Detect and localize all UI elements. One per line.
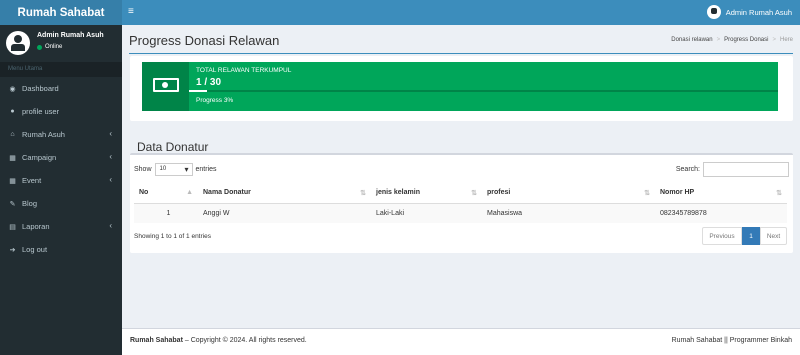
cell-nomor-hp: 082345789878 [655, 203, 787, 223]
breadcrumb-separator: > [772, 37, 776, 43]
dashboard-icon: ◉ [9, 85, 16, 93]
sidebar-item-label: Campaign [22, 153, 57, 162]
sidebar-item-rumah-asuh[interactable]: ⌂ Rumah Asuh ‹ [0, 123, 122, 146]
footer: Rumah Sahabat – Copyright © 2024. All ri… [122, 328, 800, 355]
sidebar-item-log-out[interactable]: ➔ Log out [0, 238, 122, 261]
show-label: Show [134, 166, 152, 173]
sidebar-item-label: Log out [22, 245, 48, 254]
column-header-profesi[interactable]: profesi ⇅ [482, 183, 655, 204]
info-box-label: TOTAL RELAWAN TERKUMPUL [196, 67, 292, 74]
column-header-nomor-hp[interactable]: Nomor HP ⇅ [655, 183, 787, 204]
breadcrumb-active: Here [779, 37, 793, 43]
sidebar-item-event[interactable]: ▦ Event ‹ [0, 169, 122, 192]
info-box: TOTAL RELAWAN TERKUMPUL 1 / 30 Progress … [142, 62, 778, 111]
cell-nama-donatur: Anggi W [198, 203, 371, 223]
progress-box: TOTAL RELAWAN TERKUMPUL 1 / 30 Progress … [130, 56, 793, 121]
breadcrumb: Donasi relawan > Progress Donasi > Here [671, 37, 793, 43]
status-indicator: Online [37, 44, 62, 50]
footer-copyright-text: – Copyright © 2024. All rights reserved. [184, 337, 307, 344]
chevron-left-icon: ‹ [109, 175, 112, 184]
sort-icon: ⇅ [471, 190, 477, 197]
breadcrumb-separator: > [716, 37, 721, 43]
column-header-jenis-kelamin[interactable]: jenis kelamin ⇅ [371, 183, 482, 204]
table-row: 1 Anggi W Laki-Laki Mahasiswa 0823457898… [134, 203, 787, 223]
breadcrumb-item[interactable]: Donasi relawan [671, 37, 712, 43]
edit-icon: ✎ [9, 200, 16, 208]
cell-jenis-kelamin: Laki-Laki [371, 203, 482, 223]
chevron-left-icon: ‹ [109, 221, 112, 230]
entries-select[interactable]: 10 [154, 163, 193, 176]
search-input[interactable] [703, 162, 789, 177]
sort-icon: ⇅ [644, 190, 650, 197]
divider [129, 53, 793, 54]
avatar [706, 5, 721, 19]
sort-icon: ⇅ [360, 190, 366, 197]
entries-label: entries [195, 166, 217, 173]
footer-brand[interactable]: Rumah Sahabat [130, 337, 183, 344]
user-menu[interactable]: Admin Rumah Asuh [706, 5, 792, 19]
sidebar-item-label: Event [22, 176, 42, 185]
donatur-box: Show 10 entries Search: No▲ Nama Donatur… [130, 153, 793, 253]
user-name: Admin Rumah Asuh [725, 7, 792, 17]
menu-header: Menu Utama [0, 62, 122, 77]
sidebar-item-label: Laporan [22, 222, 50, 231]
table-info: Showing 1 to 1 of 1 entries [134, 233, 211, 240]
status-label: Online [45, 44, 63, 50]
user-panel: Admin Rumah Asuh Online [0, 25, 122, 62]
progress-bar [189, 90, 778, 92]
entries-length-control: Show 10 entries [134, 163, 217, 176]
column-header-no[interactable]: No ▲ [134, 183, 198, 204]
sidebar-item-label: Blog [22, 199, 38, 208]
donatur-table: No ▲ Nama Donatur ⇅ jenis kelamin ⇅ profesi… [134, 183, 787, 223]
menu-toggle-icon[interactable]: ≡ [128, 6, 138, 18]
sidebar-user-name: Admin Rumah Asuh [37, 32, 104, 39]
calendar-icon: ▦ [9, 154, 16, 162]
content-header: Progress Donasi Relawan Donasi relawan >… [129, 33, 793, 48]
chevron-left-icon: ‹ [109, 129, 112, 138]
sidebar-item-label: Dashboard [22, 84, 59, 93]
column-header-nama-donatur[interactable]: Nama Donatur ⇅ [198, 183, 371, 204]
sidebar-item-dashboard[interactable]: ◉ Dashboard [0, 77, 122, 100]
pagination: Previous 1 Next [702, 227, 787, 245]
footer-copyright: Rumah Sahabat – Copyright © 2024. All ri… [130, 337, 307, 344]
chevron-left-icon: ‹ [109, 152, 112, 161]
sort-asc-icon: ▲ [186, 189, 193, 196]
sidebar-item-profile-user[interactable]: ● profile user [0, 100, 122, 123]
sort-icon: ⇅ [776, 190, 782, 197]
section-title: Data Donatur [137, 140, 209, 154]
cell-no: 1 [134, 203, 198, 223]
status-dot-icon [37, 44, 42, 50]
search-control: Search: [676, 162, 789, 177]
app-logo[interactable]: Rumah Sahabat [0, 0, 122, 25]
money-icon [153, 78, 179, 92]
user-icon: ● [10, 108, 15, 115]
home-icon: ⌂ [10, 131, 15, 138]
sidebar-item-label: profile user [22, 107, 60, 116]
sidebar-item-laporan[interactable]: ▤ Laporan ‹ [0, 215, 122, 238]
sidebar-item-campaign[interactable]: ▦ Campaign ‹ [0, 146, 122, 169]
info-box-number: 1 / 30 [196, 77, 222, 88]
sidebar-item-label: Rumah Asuh [22, 130, 65, 139]
progress-description: Progress 3% [196, 97, 234, 104]
cell-profesi: Mahasiswa [482, 203, 655, 223]
top-navbar: ≡ Admin Rumah Asuh [122, 0, 800, 25]
breadcrumb-item[interactable]: Progress Donasi [724, 37, 768, 43]
next-button[interactable]: Next [760, 227, 787, 245]
page-button-current[interactable]: 1 [742, 227, 760, 245]
avatar [6, 31, 30, 55]
footer-credit: Rumah Sahabat || Programmer Binkah [671, 337, 792, 344]
book-icon: ▤ [9, 223, 16, 231]
previous-button[interactable]: Previous [702, 227, 742, 245]
sidebar-item-blog[interactable]: ✎ Blog [0, 192, 122, 215]
sidebar: Admin Rumah Asuh Online Menu Utama ◉ Das… [0, 25, 122, 355]
search-label: Search: [675, 166, 700, 173]
sign-out-icon: ➔ [9, 246, 16, 254]
progress-fill [189, 90, 207, 92]
info-box-icon-area [142, 62, 189, 111]
calendar-icon: ▦ [9, 177, 16, 185]
